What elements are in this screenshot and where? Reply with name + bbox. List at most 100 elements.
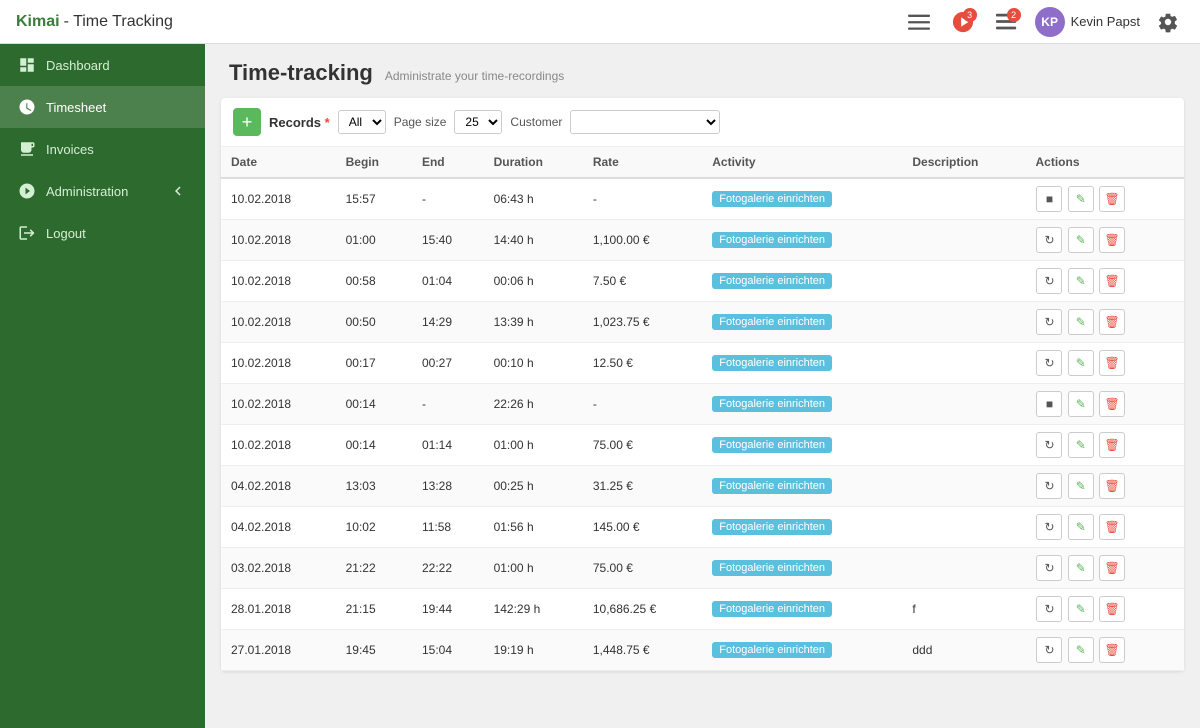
time-tracking-table-area: + Records * All Page size 25 Customer: [221, 98, 1184, 671]
delete-button[interactable]: 🗑: [1099, 268, 1125, 294]
edit-button[interactable]: ✎: [1068, 555, 1094, 581]
page-size-label: Page size: [394, 115, 447, 129]
cell-date: 10.02.2018: [221, 261, 336, 302]
cell-end: 01:04: [412, 261, 484, 302]
edit-button[interactable]: ✎: [1068, 186, 1094, 212]
cell-date: 04.02.2018: [221, 507, 336, 548]
activity-badge: Fotogalerie einrichten: [712, 560, 832, 576]
play-timer-button[interactable]: 3: [947, 6, 979, 38]
page-size-select[interactable]: 25: [454, 110, 502, 134]
sidebar-item-logout[interactable]: Logout: [0, 212, 205, 254]
cell-rate: 7.50 €: [583, 261, 702, 302]
table-row: 03.02.2018 21:22 22:22 01:00 h 75.00 € F…: [221, 548, 1184, 589]
edit-button[interactable]: ✎: [1068, 350, 1094, 376]
add-record-button[interactable]: +: [233, 108, 261, 136]
stop-button[interactable]: ■: [1036, 391, 1062, 417]
cell-begin: 00:17: [336, 343, 412, 384]
col-begin: Begin: [336, 147, 412, 178]
cell-actions: ↻ ✎ 🗑: [1025, 589, 1184, 630]
restart-button[interactable]: ↻: [1036, 309, 1062, 335]
sidebar: Dashboard Timesheet Invoices Administrat…: [0, 44, 205, 728]
cell-activity: Fotogalerie einrichten: [702, 384, 902, 425]
col-description: Description: [902, 147, 1025, 178]
customer-filter-select[interactable]: [570, 110, 720, 134]
menu-toggle-button[interactable]: [903, 6, 935, 38]
cell-actions: ↻ ✎ 🗑: [1025, 466, 1184, 507]
cell-description: [902, 343, 1025, 384]
cell-actions: ↻ ✎ 🗑: [1025, 630, 1184, 671]
delete-button[interactable]: 🗑: [1099, 391, 1125, 417]
cell-end: 19:44: [412, 589, 484, 630]
delete-button[interactable]: 🗑: [1099, 473, 1125, 499]
restart-button[interactable]: ↻: [1036, 596, 1062, 622]
col-duration: Duration: [484, 147, 583, 178]
customer-label: Customer: [510, 115, 562, 129]
sidebar-item-timesheet[interactable]: Timesheet: [0, 86, 205, 128]
edit-button[interactable]: ✎: [1068, 268, 1094, 294]
restart-button[interactable]: ↻: [1036, 514, 1062, 540]
cell-date: 10.02.2018: [221, 302, 336, 343]
cell-end: -: [412, 384, 484, 425]
restart-button[interactable]: ↻: [1036, 268, 1062, 294]
cell-duration: 19:19 h: [484, 630, 583, 671]
sidebar-label-administration: Administration: [46, 184, 128, 199]
restart-button[interactable]: ↻: [1036, 555, 1062, 581]
cell-duration: 00:25 h: [484, 466, 583, 507]
activity-badge: Fotogalerie einrichten: [712, 232, 832, 248]
edit-button[interactable]: ✎: [1068, 637, 1094, 663]
activity-badge: Fotogalerie einrichten: [712, 642, 832, 658]
avatar: KP: [1035, 7, 1065, 37]
table-body: 10.02.2018 15:57 - 06:43 h - Fotogalerie…: [221, 178, 1184, 671]
restart-button[interactable]: ↻: [1036, 227, 1062, 253]
cell-date: 10.02.2018: [221, 178, 336, 220]
cell-actions: ■ ✎ 🗑: [1025, 178, 1184, 220]
delete-button[interactable]: 🗑: [1099, 514, 1125, 540]
sidebar-item-administration[interactable]: Administration: [0, 170, 205, 212]
delete-button[interactable]: 🗑: [1099, 555, 1125, 581]
delete-button[interactable]: 🗑: [1099, 186, 1125, 212]
stop-button[interactable]: ■: [1036, 186, 1062, 212]
edit-button[interactable]: ✎: [1068, 391, 1094, 417]
cell-begin: 21:22: [336, 548, 412, 589]
col-activity: Activity: [702, 147, 902, 178]
table-row: 10.02.2018 01:00 15:40 14:40 h 1,100.00 …: [221, 220, 1184, 261]
cell-duration: 01:00 h: [484, 425, 583, 466]
cell-date: 28.01.2018: [221, 589, 336, 630]
table-row: 10.02.2018 00:17 00:27 00:10 h 12.50 € F…: [221, 343, 1184, 384]
user-menu[interactable]: KP Kevin Papst: [1035, 7, 1140, 37]
table-row: 10.02.2018 00:58 01:04 00:06 h 7.50 € Fo…: [221, 261, 1184, 302]
table-row: 27.01.2018 19:45 15:04 19:19 h 1,448.75 …: [221, 630, 1184, 671]
settings-icon[interactable]: [1152, 6, 1184, 38]
cell-end: 15:40: [412, 220, 484, 261]
edit-button[interactable]: ✎: [1068, 514, 1094, 540]
edit-button[interactable]: ✎: [1068, 596, 1094, 622]
edit-button[interactable]: ✎: [1068, 473, 1094, 499]
cell-end: 00:27: [412, 343, 484, 384]
delete-button[interactable]: 🗑: [1099, 432, 1125, 458]
cell-description: [902, 384, 1025, 425]
sidebar-item-invoices[interactable]: Invoices: [0, 128, 205, 170]
delete-button[interactable]: 🗑: [1099, 596, 1125, 622]
sidebar-item-dashboard[interactable]: Dashboard: [0, 44, 205, 86]
restart-button[interactable]: ↻: [1036, 473, 1062, 499]
restart-button[interactable]: ↻: [1036, 637, 1062, 663]
edit-button[interactable]: ✎: [1068, 309, 1094, 335]
delete-button[interactable]: 🗑: [1099, 637, 1125, 663]
edit-button[interactable]: ✎: [1068, 432, 1094, 458]
cell-rate: 12.50 €: [583, 343, 702, 384]
restart-button[interactable]: ↻: [1036, 432, 1062, 458]
cell-duration: 01:00 h: [484, 548, 583, 589]
restart-button[interactable]: ↻: [1036, 350, 1062, 376]
list-icon-button[interactable]: 2: [991, 6, 1023, 38]
edit-button[interactable]: ✎: [1068, 227, 1094, 253]
cell-date: 10.02.2018: [221, 384, 336, 425]
delete-button[interactable]: 🗑: [1099, 309, 1125, 335]
records-filter-select[interactable]: All: [338, 110, 386, 134]
records-label: Records *: [269, 115, 330, 130]
cell-rate: 1,100.00 €: [583, 220, 702, 261]
delete-button[interactable]: 🗑: [1099, 350, 1125, 376]
delete-button[interactable]: 🗑: [1099, 227, 1125, 253]
cell-begin: 00:14: [336, 384, 412, 425]
cell-actions: ■ ✎ 🗑: [1025, 384, 1184, 425]
table-row: 04.02.2018 10:02 11:58 01:56 h 145.00 € …: [221, 507, 1184, 548]
